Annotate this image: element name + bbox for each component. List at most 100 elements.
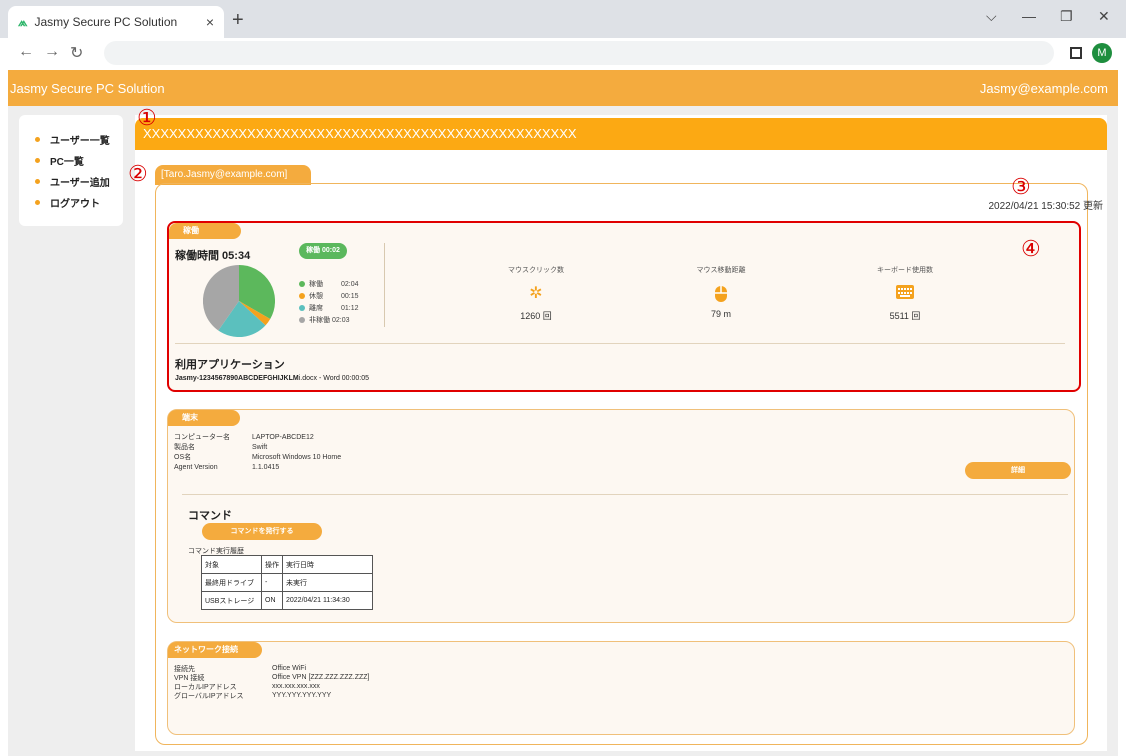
sidebar-item-label: ログアウト — [50, 199, 100, 210]
new-tab-button[interactable]: + — [232, 6, 244, 34]
table-cell: USBストレージ — [201, 591, 262, 610]
forward-icon[interactable]: → — [44, 43, 60, 61]
info-row: グローバルIPアドレス YYY.YYY.YYY.YYY — [174, 691, 369, 700]
network-info: 接続先 Office WiFi VPN 接続 Office VPN [ZZZ.ZZZ… — [174, 664, 369, 700]
info-key: OS名 — [174, 454, 192, 461]
legend-label: 離席 — [309, 305, 323, 312]
sidebar-item-pc-list[interactable]: PC一覧 — [35, 150, 123, 171]
terminal-info: コンピューター名 LAPTOP-ABCDE12 製品名 Swift OS名 Micro… — [174, 432, 341, 472]
info-row: コンピューター名 LAPTOP-ABCDE12 — [174, 432, 341, 442]
side-panel-icon[interactable] — [1070, 47, 1082, 59]
info-key: グローバルIPアドレス — [174, 692, 244, 700]
mouse-icon — [671, 285, 771, 303]
reload-icon[interactable]: ↻ — [70, 43, 83, 63]
metric-keyboard: キーボード使用数 5511 回 — [855, 265, 955, 322]
status-badge: 稼働 00:02 — [299, 243, 347, 259]
table-cell: ON — [261, 591, 283, 610]
legend-value: 02:03 — [332, 316, 350, 324]
apps-title: 利用アプリケーション — [175, 359, 285, 371]
page-banner: XXXXXXXXXXXXXXXXXXXXXXXXXXXXXXXXXXXXXXXX… — [135, 118, 1107, 150]
sidebar-item-user-list[interactable]: ユーザー一覧 — [35, 129, 123, 150]
close-tab-icon[interactable]: × — [206, 14, 214, 30]
issue-command-button[interactable]: コマンドを発行する — [202, 523, 322, 540]
info-row: 製品名 Swift — [174, 442, 341, 452]
info-key: コンピューター名 — [174, 434, 230, 441]
click-icon: ✲ — [529, 285, 543, 302]
info-row: OS名 Microsoft Windows 10 Home — [174, 452, 341, 462]
sidebar-item-label: ユーザー一覧 — [50, 136, 110, 147]
table-cell: - — [261, 573, 283, 592]
bullet-icon — [35, 158, 40, 163]
close-window-icon[interactable]: ✕ — [1098, 8, 1110, 25]
info-row: Agent Version 1.1.0415 — [174, 462, 341, 472]
detail-button[interactable]: 詳細 — [965, 462, 1071, 479]
info-value: Office WiFi — [272, 665, 307, 672]
sidebar-item-label: ユーザー追加 — [50, 178, 110, 189]
app-name: Jasmy-1234567890ABCDEFGHIJKLM — [175, 375, 299, 382]
tab-search-icon[interactable]: ⌵ — [986, 8, 997, 25]
table-cell: 操作 — [261, 555, 283, 574]
browser-tab[interactable]: ⩕ Jasmy Secure PC Solution × — [8, 6, 224, 38]
info-value: 1.1.0415 — [252, 463, 280, 471]
table-cell: 対象 — [201, 555, 262, 574]
legend-label: 稼働 — [309, 281, 323, 288]
network-card: ネットワーク接続 接続先 Office WiFi VPN 接続 Office VPN… — [167, 641, 1075, 735]
sidebar-item-label: PC一覧 — [50, 157, 84, 168]
table-cell: 最終用ドライブ — [201, 573, 262, 592]
app-usage-detail: i.docx - Word 00:00:05 — [298, 375, 370, 382]
table-cell: 2022/04/21 11:34:30 — [282, 591, 373, 610]
updated-timestamp: 2022/04/21 15:30:52 更新 — [988, 201, 1103, 212]
info-value: Office VPN [ZZZ.ZZZ.ZZZ.ZZZ] — [272, 674, 370, 681]
metric-value: 1260 回 — [520, 311, 552, 321]
legend-swatch — [299, 317, 305, 323]
metric-value: 79 m — [710, 309, 731, 319]
annotation-4: ④ — [1021, 237, 1041, 262]
table-row: 対象 操作 実行日時 — [201, 555, 373, 574]
legend-swatch — [299, 281, 305, 287]
bullet-icon — [35, 137, 40, 142]
bullet-icon — [35, 179, 40, 184]
browser-tab-bar: ⩕ Jasmy Secure PC Solution × + ⌵ — ❐ ✕ — [0, 0, 1126, 38]
app-header: Jasmy Secure PC Solution Jasmy@example.c… — [8, 70, 1118, 106]
command-history-table: 対象 操作 実行日時 最終用ドライブ - 未実行 USBストレージ ON 2022/04/2… — [201, 555, 373, 610]
main-panel: XXXXXXXXXXXXXXXXXXXXXXXXXXXXXXXXXXXXXXXX… — [128, 108, 1107, 751]
address-bar[interactable] — [104, 41, 1054, 65]
metric-label: キーボード使用数 — [877, 267, 933, 274]
annotation-1: ① — [137, 106, 157, 131]
metric-value: 5511 回 — [889, 311, 921, 321]
info-key: 製品名 — [174, 444, 195, 451]
metric-mouse-clicks: マウスクリック数 ✲ 1260 回 — [486, 265, 586, 322]
divider — [175, 343, 1065, 344]
operation-time: 稼働時間 05:34 — [175, 250, 251, 262]
terminal-card: 端末 コンピューター名 LAPTOP-ABCDE12 製品名 Swift OS名 Mi… — [167, 409, 1075, 623]
table-row: USBストレージ ON 2022/04/21 11:34:30 — [201, 591, 373, 610]
legend-value: 00:15 — [341, 292, 359, 300]
divider — [182, 494, 1068, 495]
legend-item: 非稼働 02:03 — [299, 314, 359, 326]
info-value: Microsoft Windows 10 Home — [252, 453, 342, 461]
back-icon[interactable]: ← — [18, 43, 34, 61]
legend-item: 離席 01:12 — [299, 302, 359, 314]
sidebar-item-add-user[interactable]: ユーザー追加 — [35, 171, 123, 192]
jasmy-logo-icon: ⩕ — [18, 14, 28, 29]
info-value: YYY.YYY.YYY.YYY — [272, 692, 332, 699]
table-cell: 実行日時 — [282, 555, 373, 574]
card-tab-network: ネットワーク接続 — [168, 642, 262, 658]
restore-icon[interactable]: ❐ — [1060, 8, 1073, 25]
address-row: ← → ↻ M — [0, 38, 1126, 68]
profile-avatar[interactable]: M — [1092, 43, 1112, 63]
sidebar-item-logout[interactable]: ログアウト — [35, 192, 123, 213]
app-usage-row: Jasmy-1234567890ABCDEFGHIJKLMi.docx - Wo… — [175, 375, 369, 382]
legend-value: 01:12 — [341, 304, 359, 312]
user-tab: [Taro.Jasmy@example.com] — [155, 165, 311, 185]
sidebar: ユーザー一覧 PC一覧 ユーザー追加 ログアウト — [19, 115, 123, 226]
bullet-icon — [35, 200, 40, 205]
legend-swatch — [299, 293, 305, 299]
info-value: LAPTOP-ABCDE12 — [252, 433, 314, 441]
divider — [384, 243, 385, 327]
app-brand: Jasmy Secure PC Solution — [10, 80, 165, 96]
keyboard-icon — [855, 285, 955, 303]
legend-item: 休憩 00:15 — [299, 290, 359, 302]
minimize-icon[interactable]: — — [1022, 8, 1036, 24]
annotation-2: ② — [128, 162, 148, 187]
